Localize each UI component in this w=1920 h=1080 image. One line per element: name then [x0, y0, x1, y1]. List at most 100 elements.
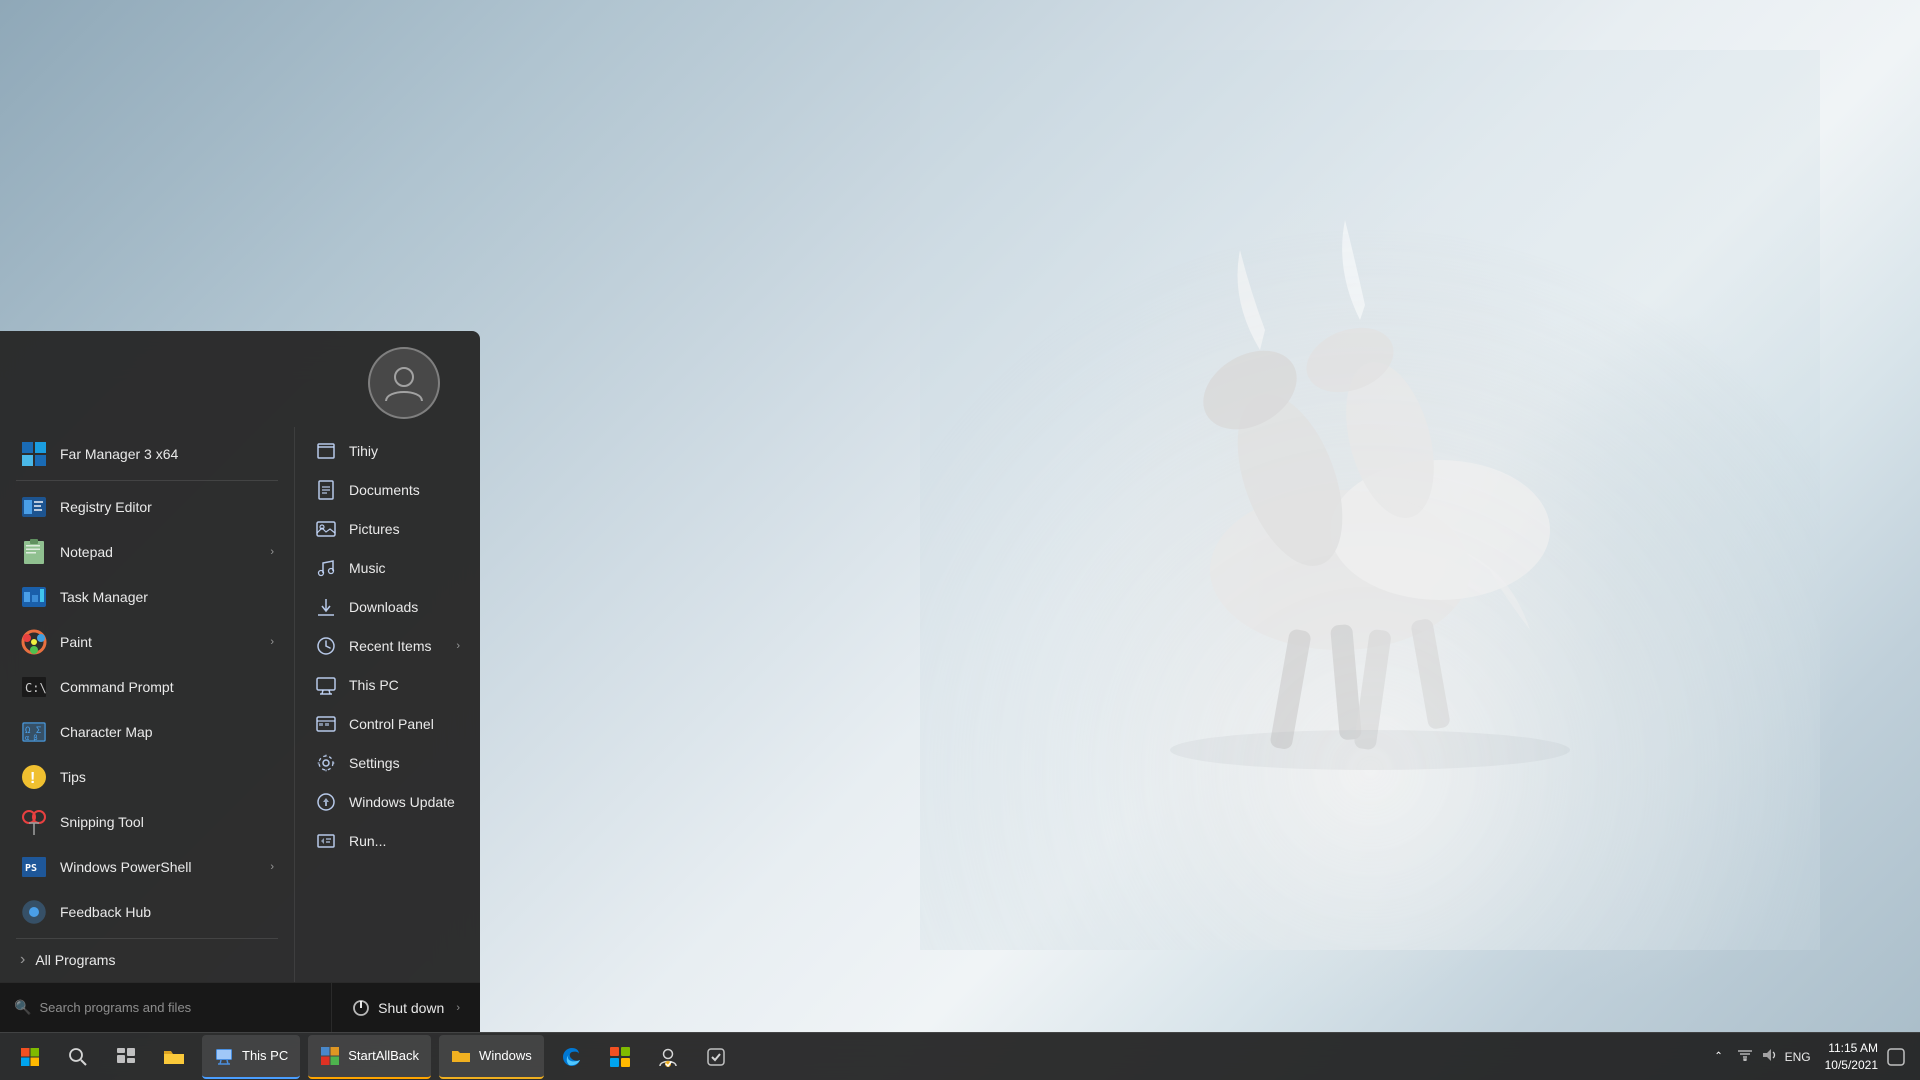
taskbar-left-section: This PC StartAllBack Windows	[0, 1035, 746, 1079]
menu-item-all-programs[interactable]: › All Programs	[4, 943, 290, 977]
menu-item-task-manager[interactable]: Task Manager	[4, 575, 290, 619]
pictures-icon	[315, 518, 337, 540]
menu-item-downloads[interactable]: Downloads	[299, 588, 476, 626]
file-explorer-icon	[163, 1046, 185, 1068]
user-area	[0, 331, 480, 427]
volume-icon[interactable]	[1761, 1047, 1777, 1066]
taskbar-windows-folder[interactable]: Windows	[439, 1035, 544, 1079]
menu-item-feedback-hub[interactable]: Feedback Hub	[4, 890, 290, 934]
store-icon	[609, 1046, 631, 1068]
search-area: 🔍	[0, 999, 331, 1016]
widgets-icon	[116, 1047, 136, 1067]
menu-item-run[interactable]: Run...	[299, 822, 476, 860]
character-map-icon: Ω Σ α β	[20, 718, 48, 746]
shutdown-arrow: ›	[456, 1002, 460, 1014]
system-tray-expand[interactable]: ⌃	[1707, 1035, 1731, 1079]
menu-item-command-prompt[interactable]: C:\ Command Prompt	[4, 665, 290, 709]
menu-left-column: Far Manager 3 x64 Registry Editor	[0, 427, 295, 982]
menu-item-pictures[interactable]: Pictures	[299, 510, 476, 548]
windows-update-icon	[315, 791, 337, 813]
menu-item-windows-update[interactable]: Windows Update	[299, 783, 476, 821]
menu-item-tips[interactable]: ! Tips	[4, 755, 290, 799]
shutdown-icon	[352, 999, 370, 1017]
taskbar-search-button[interactable]	[56, 1035, 100, 1079]
menu-item-registry-editor[interactable]: Registry Editor	[4, 485, 290, 529]
documents-icon	[315, 479, 337, 501]
snipping-tool-icon	[20, 808, 48, 836]
feedback-hub-icon	[20, 898, 48, 926]
shutdown-button[interactable]: Shut down ›	[331, 983, 480, 1032]
search-icon-small: 🔍	[14, 999, 31, 1016]
taskbar-store-button[interactable]	[598, 1035, 642, 1079]
recent-items-icon	[315, 635, 337, 657]
control-panel-icon	[315, 713, 337, 735]
tihiy-icon	[315, 440, 337, 462]
start-menu: Far Manager 3 x64 Registry Editor	[0, 331, 480, 1032]
this-pc-taskbar-icon	[214, 1046, 234, 1066]
keyboard-layout-indicator[interactable]: ENG	[1785, 1050, 1811, 1064]
taskbar-extra-button[interactable]	[694, 1035, 738, 1079]
menu-columns: Far Manager 3 x64 Registry Editor	[0, 427, 480, 982]
powershell-icon: PS	[20, 853, 48, 881]
search-input[interactable]	[39, 1000, 317, 1015]
startallback-icon	[320, 1046, 340, 1066]
menu-item-snipping-tool[interactable]: Snipping Tool	[4, 800, 290, 844]
notepad-icon	[20, 538, 48, 566]
user-avatar[interactable]	[368, 347, 440, 419]
svg-text:!: !	[30, 770, 35, 787]
menu-item-powershell[interactable]: PS Windows PowerShell ›	[4, 845, 290, 889]
edge-icon	[561, 1046, 583, 1068]
taskbar-clock[interactable]: 11:15 AM 10/5/2021	[1825, 1040, 1878, 1074]
menu-item-control-panel[interactable]: Control Panel	[299, 705, 476, 743]
paint-arrow: ›	[270, 636, 274, 648]
svg-text:C:\: C:\	[25, 681, 47, 695]
action-center-button[interactable]	[1884, 1045, 1908, 1069]
identity-icon	[657, 1046, 679, 1068]
svg-text:PS: PS	[25, 863, 37, 874]
far-manager-icon	[20, 440, 48, 468]
settings-icon	[315, 752, 337, 774]
taskbar-right-section: ⌃ ENG 11:15 AM 10/5/2021	[1695, 1035, 1920, 1079]
search-icon	[68, 1047, 88, 1067]
notification-icon	[1887, 1048, 1905, 1066]
menu-item-settings[interactable]: Settings	[299, 744, 476, 782]
windows-logo-icon	[20, 1047, 40, 1067]
downloads-icon	[315, 596, 337, 618]
taskbar-startallback[interactable]: StartAllBack	[308, 1035, 431, 1079]
menu-item-paint[interactable]: Paint ›	[4, 620, 290, 664]
menu-item-documents[interactable]: Documents	[299, 471, 476, 509]
taskbar: This PC StartAllBack Windows	[0, 1032, 1920, 1080]
taskbar-widgets-button[interactable]	[104, 1035, 148, 1079]
menu-item-notepad[interactable]: Notepad ›	[4, 530, 290, 574]
powershell-arrow: ›	[270, 861, 274, 873]
svg-text:α β: α β	[25, 734, 38, 742]
all-programs-arrow: ›	[20, 951, 25, 969]
menu-item-music[interactable]: Music	[299, 549, 476, 587]
notepad-arrow: ›	[270, 546, 274, 558]
registry-editor-icon	[20, 493, 48, 521]
recent-items-arrow: ›	[456, 640, 460, 652]
menu-separator-1	[16, 480, 278, 481]
chevron-up-icon: ⌃	[1714, 1051, 1722, 1062]
this-pc-icon	[315, 674, 337, 696]
start-button[interactable]	[8, 1035, 52, 1079]
security-icon	[705, 1046, 727, 1068]
menu-separator-2	[16, 938, 278, 939]
taskbar-this-pc[interactable]: This PC	[202, 1035, 300, 1079]
task-manager-icon	[20, 583, 48, 611]
menu-bottom-bar: 🔍 Shut down ›	[0, 982, 480, 1032]
menu-item-tihiy[interactable]: Tihiy	[299, 432, 476, 470]
menu-item-character-map[interactable]: Ω Σ α β Character Map	[4, 710, 290, 754]
taskbar-explorer-button[interactable]	[152, 1035, 196, 1079]
paint-icon	[20, 628, 48, 656]
music-icon	[315, 557, 337, 579]
windows-folder-icon	[451, 1046, 471, 1066]
menu-item-far-manager[interactable]: Far Manager 3 x64	[4, 432, 290, 476]
menu-item-this-pc[interactable]: This PC	[299, 666, 476, 704]
menu-item-recent-items[interactable]: Recent Items ›	[299, 627, 476, 665]
network-icon[interactable]	[1737, 1047, 1753, 1066]
run-icon	[315, 830, 337, 852]
command-prompt-icon: C:\	[20, 673, 48, 701]
taskbar-edge-button[interactable]	[550, 1035, 594, 1079]
taskbar-identity-button[interactable]	[646, 1035, 690, 1079]
